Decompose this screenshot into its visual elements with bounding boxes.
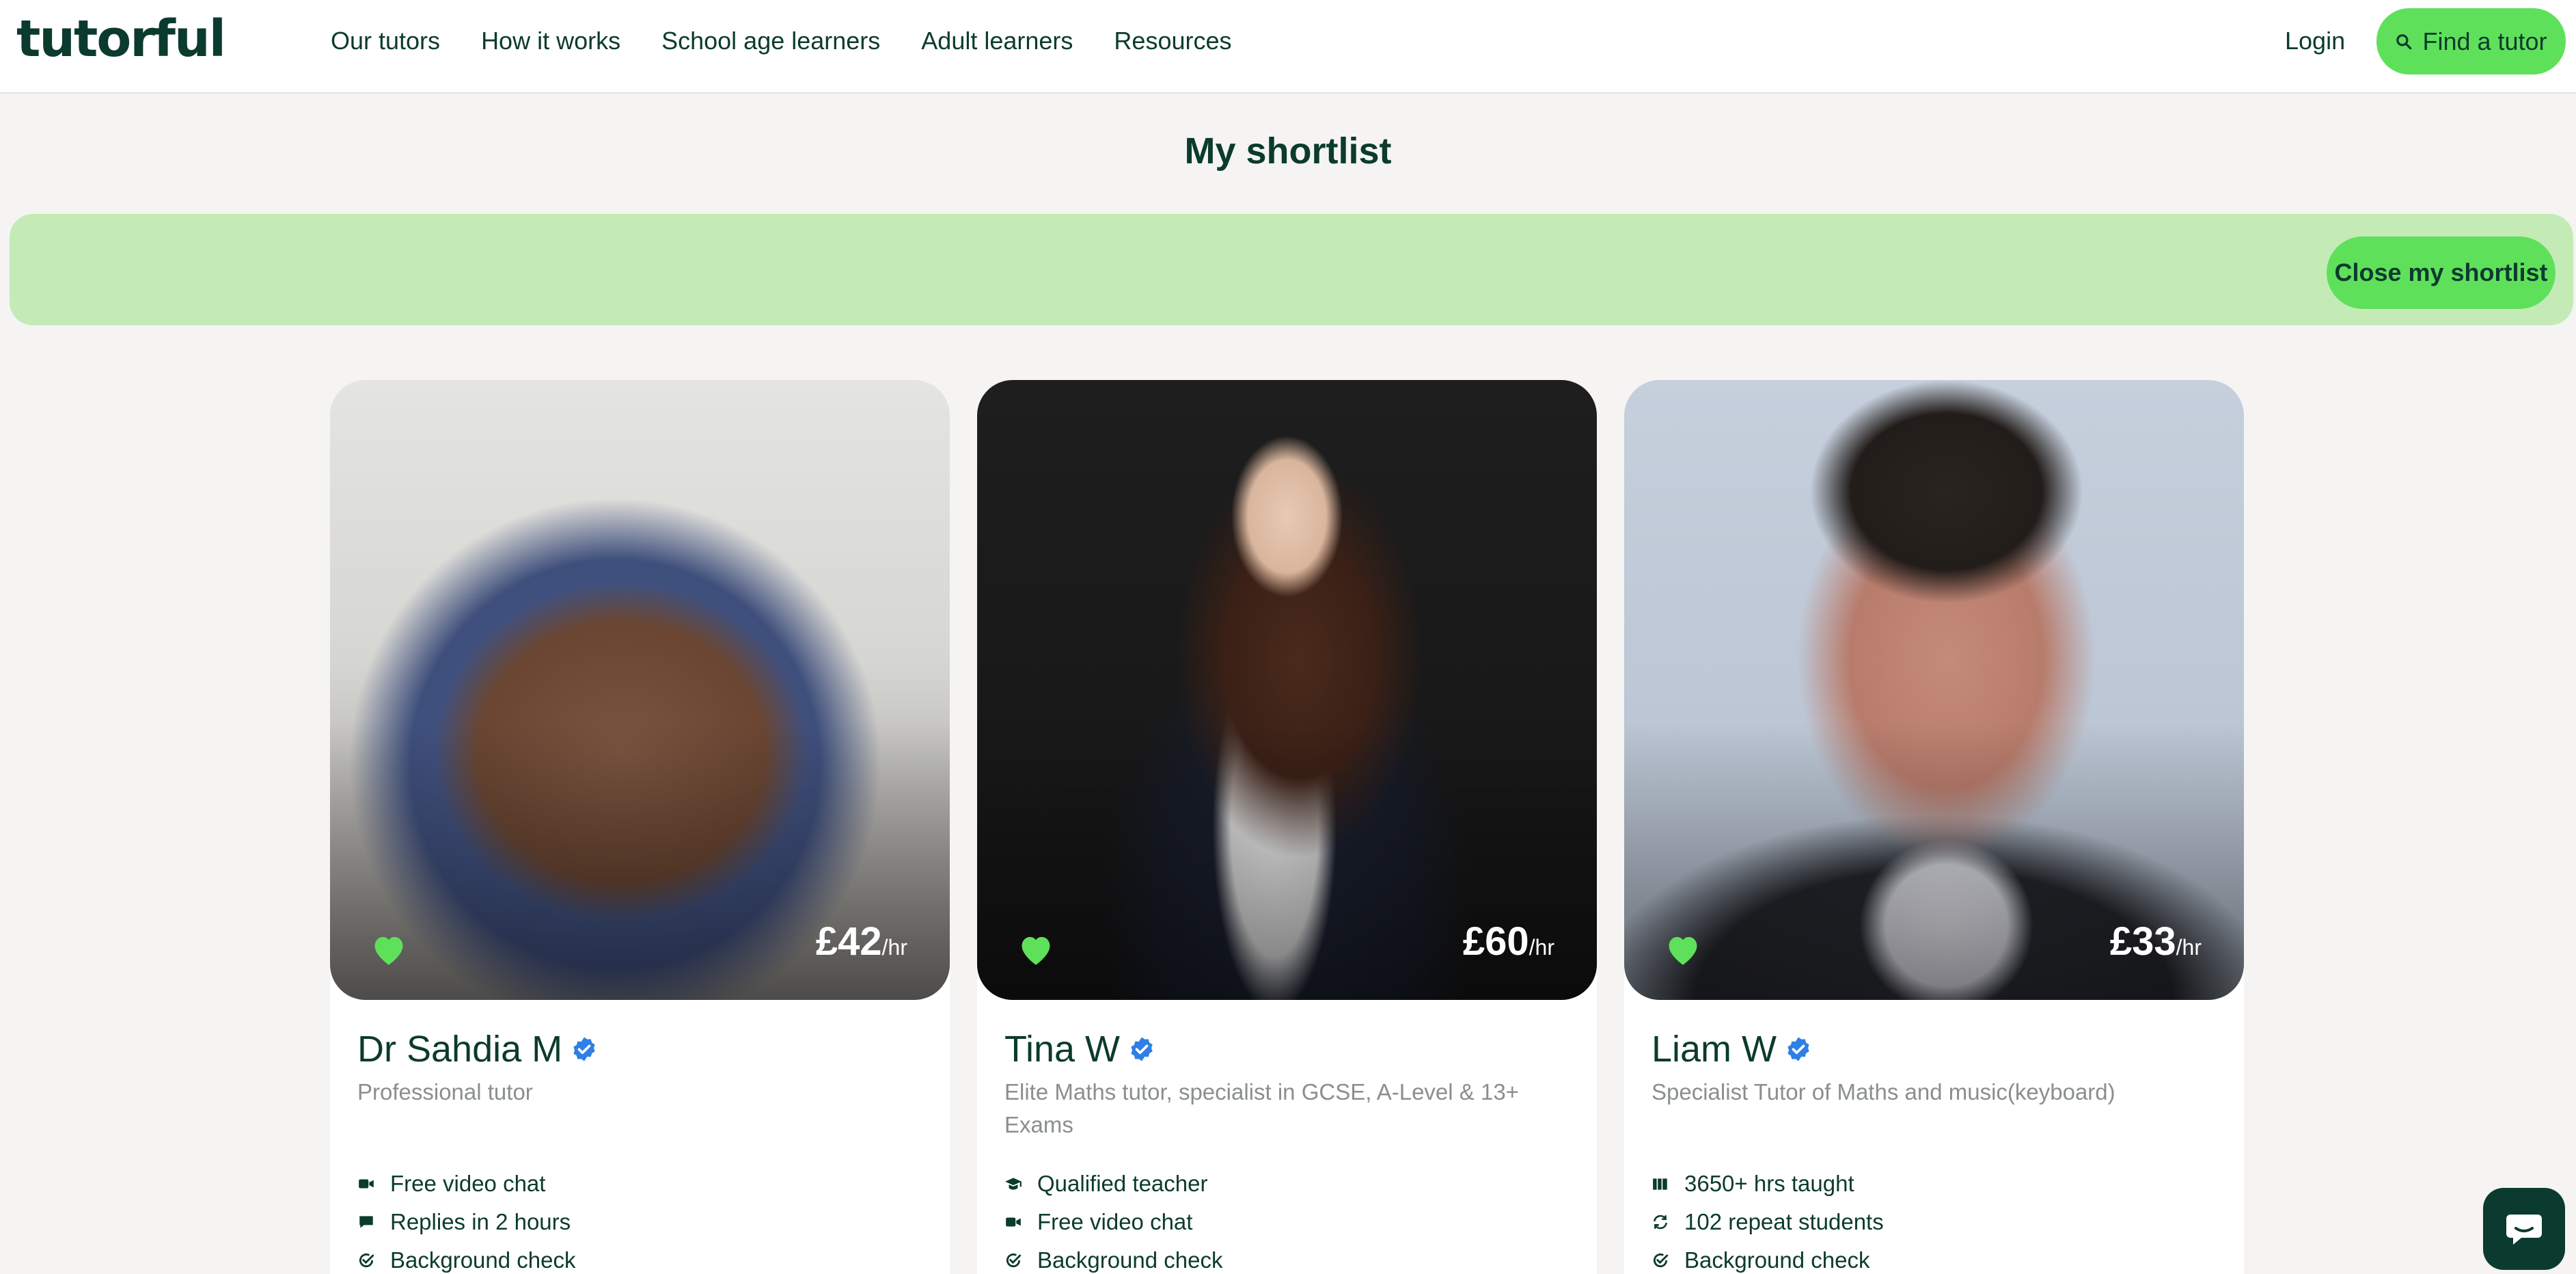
tutor-subtitle: Elite Maths tutor, specialist in GCSE, A… bbox=[1004, 1079, 1519, 1137]
top-navigation-bar: tutorful Our tutors How it works School … bbox=[0, 0, 2576, 94]
nav-our-tutors[interactable]: Our tutors bbox=[331, 26, 440, 56]
tutor-name[interactable]: Tina W bbox=[1004, 1028, 1155, 1070]
check-icon bbox=[1006, 1253, 1022, 1268]
feature-item: Free video chat bbox=[1004, 1203, 1223, 1241]
login-link[interactable]: Login bbox=[2285, 26, 2345, 56]
tutor-features: Free video chat Replies in 2 hours Backg… bbox=[357, 1165, 576, 1274]
books-icon bbox=[1653, 1178, 1667, 1190]
graduation-cap-icon bbox=[1005, 1178, 1022, 1190]
chat-widget-button[interactable] bbox=[2483, 1188, 2565, 1270]
tutor-card-liam[interactable]: £33/hr Liam W Specialist Tutor of Maths … bbox=[1624, 380, 2244, 1274]
price-unit: /hr bbox=[1529, 935, 1554, 960]
price-unit: /hr bbox=[881, 935, 907, 960]
feature-label: Background check bbox=[1037, 1247, 1223, 1273]
tutor-features: Qualified teacher Free video chat Backgr… bbox=[1004, 1165, 1223, 1274]
chat-icon bbox=[359, 1216, 373, 1228]
feature-label: 3650+ hrs taught bbox=[1684, 1171, 1854, 1196]
find-a-tutor-button[interactable]: Find a tutor bbox=[2376, 8, 2566, 74]
tutor-name[interactable]: Dr Sahdia M bbox=[357, 1028, 598, 1070]
video-icon bbox=[359, 1179, 374, 1189]
heart-icon[interactable] bbox=[1017, 932, 1055, 966]
verified-badge-icon bbox=[1131, 1037, 1153, 1061]
shortlist-banner bbox=[10, 214, 2573, 325]
feature-item: Background check bbox=[1652, 1241, 1884, 1274]
feature-item: Background check bbox=[1004, 1241, 1223, 1274]
close-shortlist-button[interactable]: Close my shortlist bbox=[2327, 236, 2556, 309]
nav-adult-learners[interactable]: Adult learners bbox=[921, 26, 1073, 56]
heart-icon[interactable] bbox=[1664, 932, 1702, 966]
price-value: £33 bbox=[2109, 919, 2176, 964]
tutor-name-text: Tina W bbox=[1004, 1029, 1121, 1070]
feature-item: Free video chat bbox=[357, 1165, 576, 1203]
tutor-card-tina[interactable]: £60/hr Tina W Elite Maths tutor, special… bbox=[977, 380, 1597, 1274]
feature-label: 102 repeat students bbox=[1684, 1209, 1884, 1234]
tutor-name[interactable]: Liam W bbox=[1652, 1028, 1812, 1070]
tutor-name-text: Liam W bbox=[1652, 1029, 1777, 1070]
feature-label: Background check bbox=[1684, 1247, 1870, 1273]
price-value: £60 bbox=[1462, 919, 1529, 964]
tutorful-logo[interactable]: tutorful bbox=[16, 10, 226, 68]
nav-how-it-works[interactable]: How it works bbox=[481, 26, 620, 56]
verified-badge-icon bbox=[573, 1037, 595, 1061]
heart-icon[interactable] bbox=[370, 932, 408, 966]
feature-item: 3650+ hrs taught bbox=[1652, 1165, 1884, 1203]
tutor-photo[interactable]: £60/hr bbox=[977, 380, 1597, 1000]
tutor-subtitle: Specialist Tutor of Maths and music(keyb… bbox=[1652, 1079, 2115, 1104]
verified-badge-icon bbox=[1787, 1037, 1809, 1061]
feature-item: Qualified teacher bbox=[1004, 1165, 1223, 1203]
search-icon bbox=[2396, 33, 2412, 49]
tutor-card-sahdia[interactable]: £42/hr Dr Sahdia M Professional tutor Fr… bbox=[330, 380, 950, 1274]
tutor-photo[interactable]: £33/hr bbox=[1624, 380, 2244, 1000]
check-icon bbox=[1653, 1253, 1669, 1268]
chat-bubble-icon bbox=[2506, 1215, 2542, 1245]
feature-label: Qualified teacher bbox=[1037, 1171, 1208, 1196]
feature-label: Background check bbox=[390, 1247, 576, 1273]
price-value: £42 bbox=[815, 919, 882, 964]
tutor-subtitle: Professional tutor bbox=[357, 1079, 533, 1104]
repeat-icon bbox=[1654, 1215, 1667, 1230]
nav-resources[interactable]: Resources bbox=[1114, 26, 1231, 56]
tutor-features: 3650+ hrs taught 102 repeat students Bac… bbox=[1652, 1165, 1884, 1274]
feature-label: Free video chat bbox=[1037, 1209, 1193, 1234]
tutor-price: £33/hr bbox=[2110, 919, 2202, 964]
video-icon bbox=[1006, 1217, 1021, 1227]
find-a-tutor-label: Find a tutor bbox=[2422, 27, 2547, 55]
page-title: My shortlist bbox=[1184, 131, 1392, 172]
main-nav: Our tutors How it works School age learn… bbox=[331, 26, 1273, 56]
check-icon bbox=[359, 1253, 374, 1268]
tutor-photo[interactable]: £42/hr bbox=[330, 380, 950, 1000]
tutor-name-text: Dr Sahdia M bbox=[357, 1029, 563, 1070]
feature-item: Background check bbox=[357, 1241, 576, 1274]
feature-item: Replies in 2 hours bbox=[357, 1203, 576, 1241]
nav-school-age-learners[interactable]: School age learners bbox=[661, 26, 880, 56]
feature-label: Free video chat bbox=[390, 1171, 546, 1196]
feature-label: Replies in 2 hours bbox=[390, 1209, 571, 1234]
feature-item: 102 repeat students bbox=[1652, 1203, 1884, 1241]
price-unit: /hr bbox=[2176, 935, 2202, 960]
tutor-price: £60/hr bbox=[1463, 919, 1554, 964]
tutor-price: £42/hr bbox=[816, 919, 907, 964]
